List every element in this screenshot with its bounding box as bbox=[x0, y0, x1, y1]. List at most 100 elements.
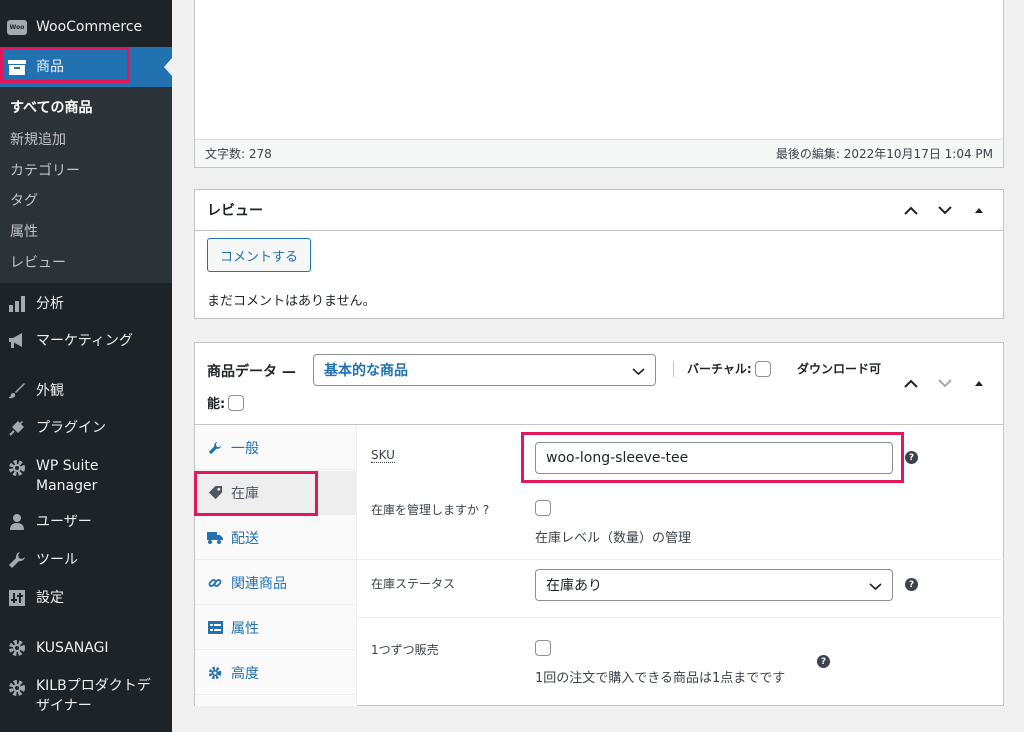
product-type-value: 基本的な商品 bbox=[324, 363, 408, 379]
tab-attributes[interactable]: 属性 bbox=[195, 606, 357, 650]
manage-stock-desc: 在庫レベル（数量）の管理 bbox=[535, 531, 692, 546]
add-comment-button[interactable]: コメントする bbox=[207, 238, 312, 272]
sku-input[interactable] bbox=[535, 442, 893, 474]
menu-item-kilb-product-designer[interactable]: KILBプロダクトデ ザイナー bbox=[0, 676, 172, 716]
menu-item-tools[interactable]: ツール bbox=[0, 550, 172, 570]
reviews-metabox: レビュー コメントする まだコメントはありません。 bbox=[194, 189, 1004, 319]
stock-status-label: 在庫ステータス bbox=[371, 577, 456, 591]
word-count: 文字数: 278 bbox=[205, 147, 272, 161]
downloadable-label: ダウンロード可 bbox=[797, 362, 882, 376]
move-up-icon[interactable] bbox=[901, 201, 921, 221]
submenu-all-products[interactable]: すべての商品 bbox=[10, 97, 92, 117]
collapse-triangle-icon[interactable] bbox=[969, 201, 989, 221]
reviews-header: レビュー bbox=[195, 190, 1003, 231]
admin-sidebar: Woo WooCommerce 商品 すべての商品 新規追加 カテゴリー タグ … bbox=[0, 0, 172, 732]
plug-icon bbox=[7, 418, 27, 438]
sku-label: SKU bbox=[371, 448, 395, 463]
reviews-controls bbox=[901, 190, 989, 231]
move-down-icon[interactable] bbox=[935, 201, 955, 221]
tab-inventory[interactable]: 在庫 bbox=[195, 471, 357, 515]
menu-label: KILBプロダクトデ ザイナー bbox=[36, 678, 151, 714]
tab-label: 高度 bbox=[231, 665, 259, 682]
last-edited: 最後の編集: 2022年10月17日 1:04 PM bbox=[775, 147, 993, 161]
menu-item-analytics[interactable]: 分析 bbox=[0, 294, 172, 314]
gear-icon bbox=[7, 638, 27, 658]
menu-item-settings[interactable]: 設定 bbox=[0, 588, 172, 608]
row-divider bbox=[357, 617, 1005, 618]
product-data-controls bbox=[901, 373, 989, 393]
menu-item-wp-suite-manager[interactable]: WP Suite Manager bbox=[0, 456, 172, 496]
menu-label: 分析 bbox=[36, 296, 64, 312]
list-icon bbox=[207, 620, 223, 636]
product-data-tabs: 一般 在庫 配送 関連商品 属性 高度 bbox=[195, 426, 357, 706]
tab-label: 関連商品 bbox=[231, 575, 287, 592]
menu-item-marketing[interactable]: マーケティング bbox=[0, 331, 172, 351]
submenu-attributes[interactable]: 属性 bbox=[10, 221, 38, 241]
stock-status-select[interactable]: 在庫あり bbox=[535, 569, 893, 601]
menu-item-appearance[interactable]: 外観 bbox=[0, 381, 172, 401]
sold-individually-checkbox[interactable] bbox=[535, 640, 551, 656]
submenu-reviews[interactable]: レビュー bbox=[10, 252, 66, 272]
menu-label: プラグイン bbox=[36, 420, 106, 436]
submenu-add-new[interactable]: 新規追加 bbox=[10, 129, 66, 149]
virtual-label: バーチャル: bbox=[687, 362, 752, 376]
menu-label: ユーザー bbox=[36, 514, 92, 530]
collapse-triangle-icon[interactable] bbox=[969, 373, 989, 393]
downloadable-option: 能: bbox=[207, 393, 245, 412]
move-up-icon[interactable] bbox=[901, 373, 921, 393]
truck-icon bbox=[207, 530, 223, 546]
megaphone-icon bbox=[7, 331, 27, 351]
chevron-down-icon bbox=[632, 364, 645, 380]
reviews-title: レビュー bbox=[207, 203, 263, 219]
product-data-header: 商品データ — 基本的な商品 バーチャル: ダウンロード可 能: bbox=[195, 343, 1003, 425]
menu-item-users[interactable]: ユーザー bbox=[0, 512, 172, 532]
tab-shipping[interactable]: 配送 bbox=[195, 516, 357, 560]
menu-item-kusanagi[interactable]: KUSANAGI bbox=[0, 638, 172, 658]
move-down-icon[interactable] bbox=[935, 373, 955, 393]
link-icon bbox=[207, 575, 223, 591]
sold-individually-desc: 1回の注文で購入できる商品は1点までです bbox=[535, 671, 786, 686]
submenu-categories[interactable]: カテゴリー bbox=[10, 160, 80, 180]
user-icon bbox=[7, 512, 27, 532]
sold-individually-label: 1つずつ販売 bbox=[371, 643, 439, 657]
product-data-metabox: 商品データ — 基本的な商品 バーチャル: ダウンロード可 能: 一般 在庫 配… bbox=[194, 342, 1005, 706]
help-icon[interactable]: ? bbox=[905, 451, 918, 464]
content-editor[interactable]: 文字数: 278 最後の編集: 2022年10月17日 1:04 PM bbox=[194, 0, 1004, 168]
downloadable-label-cont: 能: bbox=[207, 397, 226, 412]
active-menu-arrow bbox=[164, 58, 172, 76]
no-comments-text: まだコメントはありません。 bbox=[207, 294, 376, 309]
chevron-down-icon bbox=[869, 579, 882, 595]
bar-chart-icon bbox=[7, 294, 27, 314]
menu-label: 外観 bbox=[36, 383, 64, 399]
menu-label: ツール bbox=[36, 552, 78, 568]
tab-label: 在庫 bbox=[231, 485, 259, 502]
menu-item-products[interactable]: 商品 bbox=[0, 57, 172, 77]
tag-icon bbox=[207, 485, 223, 501]
paintbrush-icon bbox=[7, 381, 27, 401]
manage-stock-checkbox[interactable] bbox=[535, 500, 551, 516]
menu-item-woocommerce[interactable]: Woo WooCommerce bbox=[0, 17, 172, 37]
menu-label: WP Suite Manager bbox=[36, 458, 99, 494]
virtual-option: バーチャル: bbox=[687, 360, 771, 377]
tab-general[interactable]: 一般 bbox=[195, 426, 357, 470]
product-data-title: 商品データ — bbox=[207, 364, 296, 380]
tab-label: 配送 bbox=[231, 530, 259, 547]
gear-icon bbox=[207, 665, 223, 681]
tab-linked-products[interactable]: 関連商品 bbox=[195, 561, 357, 605]
products-submenu: すべての商品 新規追加 カテゴリー タグ 属性 レビュー bbox=[0, 87, 172, 283]
settings-sliders-icon bbox=[7, 588, 27, 608]
submenu-tags[interactable]: タグ bbox=[10, 190, 38, 210]
menu-label: 商品 bbox=[36, 59, 64, 75]
tab-advanced[interactable]: 高度 bbox=[195, 651, 357, 695]
woocommerce-icon: Woo bbox=[7, 17, 27, 37]
product-type-select[interactable]: 基本的な商品 bbox=[313, 354, 656, 386]
editor-status-bar: 文字数: 278 最後の編集: 2022年10月17日 1:04 PM bbox=[195, 139, 1003, 167]
virtual-checkbox[interactable] bbox=[754, 360, 771, 377]
help-icon[interactable]: ? bbox=[905, 578, 918, 591]
menu-item-plugins[interactable]: プラグイン bbox=[0, 418, 172, 438]
header-divider bbox=[673, 361, 674, 377]
tab-label: 属性 bbox=[231, 620, 259, 637]
downloadable-checkbox[interactable] bbox=[228, 394, 245, 411]
tab-label: 一般 bbox=[231, 440, 259, 457]
help-icon[interactable]: ? bbox=[817, 655, 830, 668]
